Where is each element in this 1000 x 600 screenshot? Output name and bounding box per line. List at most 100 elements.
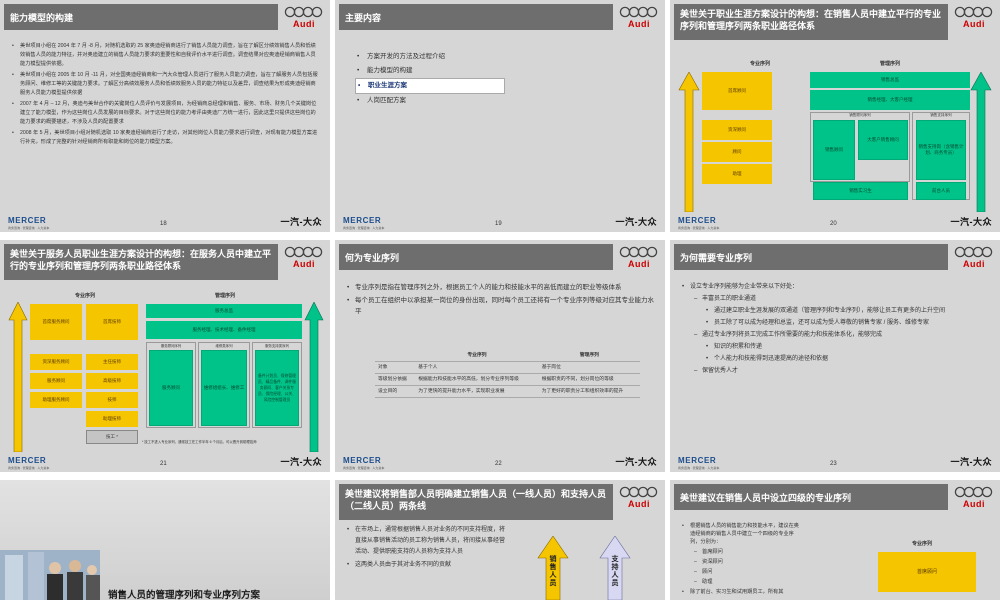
mercer-logo: MERCER bbox=[8, 456, 47, 465]
bullet: 2007 年 4 月 – 12 月，奥迪与美世合作的关键岗位人员评价与发展项目，… bbox=[10, 100, 320, 127]
career-level-box: 顾问 bbox=[702, 142, 772, 162]
bullet: 美世项目小组在 2004 年 7 月 -8 月，对随机选取的 25 家奥迪经销商… bbox=[10, 42, 320, 69]
agenda-list: 方案开发的方法及过程介绍 能力模型的构建 职业生涯方案 人岗匹配方案 bbox=[355, 50, 505, 108]
audi-rings-icon bbox=[619, 6, 658, 18]
mercer-logo: MERCER bbox=[343, 216, 382, 225]
table-header bbox=[375, 350, 416, 362]
column-header: 管理序列 bbox=[214, 293, 235, 299]
table-cell: 基于岗位 bbox=[538, 361, 640, 374]
bullet: 在市场上，通常根据销售人员对业务的不同支持程度，将直接从事销售活动的员工称为销售… bbox=[345, 525, 505, 558]
audi-rings-icon bbox=[619, 246, 658, 258]
table-cell: 根据职责的不同，划分岗位的等级 bbox=[538, 373, 640, 386]
audi-wordmark: Audi bbox=[628, 19, 650, 29]
group-label: 服务顾问序列 bbox=[160, 344, 182, 348]
table-row: 对象 基于个人 基于岗位 bbox=[375, 361, 640, 374]
table-cell: 为了更好的职责分工和组织效率的提升 bbox=[538, 385, 640, 398]
up-arrow-icon bbox=[970, 72, 992, 212]
group-label: 维修类序列 bbox=[215, 344, 233, 348]
slide-title: 美世关于服务人员职业生涯方案设计的构想：在服务人员中建立平行的专业序列和管理序列… bbox=[4, 244, 278, 280]
audi-wordmark: Audi bbox=[293, 19, 315, 29]
slide-title: 美世建议在销售人员中设立四级的专业序列 bbox=[674, 484, 948, 510]
bullet: 美世项目小组在 2005 年 10 月 -11 月，对全国奥迪经销商和一汽大众管… bbox=[10, 71, 320, 98]
career-level-box: 备件计划员、保修管理员、精品备件、调件服务顾问、客户关系专员、保险经理、公关、风… bbox=[255, 350, 299, 426]
career-level-box: 销售实习生 bbox=[813, 182, 908, 200]
audi-rings-icon bbox=[954, 486, 993, 498]
slide-22-thumbnail[interactable]: 何为专业序列 Audi 专业序列是指在管理序列之外，根据员工个人的能力和技能水平… bbox=[335, 240, 665, 472]
slide-body: 专业序列是指在管理序列之外，根据员工个人的能力和技能水平的高低而建立的职业等级体… bbox=[345, 282, 655, 319]
slide-title: 美世建议将销售部人员明确建立销售人员（一线人员）和支持人员（二线人员）两条线 bbox=[339, 484, 613, 520]
mercer-tagline: 商务咨询 · 管理咨询 · 人力资本 bbox=[678, 466, 720, 470]
slide-title: 能力模型的构建 bbox=[4, 4, 278, 30]
bullet: 这两类人员由于其对业务不同的贡献 bbox=[345, 560, 505, 571]
bullet: 知识的积累和传递 bbox=[680, 342, 990, 352]
slide-26-thumbnail[interactable]: 美世建议在销售人员中设立四级的专业序列 Audi 根据销售人员的销售能力和技能水… bbox=[670, 480, 1000, 600]
up-arrow-icon bbox=[678, 72, 700, 212]
page-number: 21 bbox=[160, 461, 167, 467]
audi-wordmark: Audi bbox=[293, 259, 315, 269]
slide-body: 在市场上，通常根据销售人员对业务的不同支持程度，将直接从事销售活动的员工称为销售… bbox=[345, 525, 505, 573]
career-level-box: 首席顾问 bbox=[878, 552, 976, 592]
slide-title: 美世关于职业生涯方案设计的构想：在销售人员中建立平行的专业序列和管理序列两条职业… bbox=[674, 4, 948, 40]
career-level-box: 销售总监 bbox=[810, 72, 970, 88]
slide-23-thumbnail[interactable]: 为何需要专业序列 Audi 设立专业序列能够为企业带来以下好处： 丰富员工的职业… bbox=[670, 240, 1000, 472]
slide-25-thumbnail[interactable]: 美世建议将销售部人员明确建立销售人员（一线人员）和支持人员（二线人员）两条线 A… bbox=[335, 480, 665, 600]
group-label: 服务支持类序列 bbox=[265, 344, 289, 348]
faw-vw-logo: 一汽-大众 bbox=[615, 217, 657, 227]
cover-title: 销售人员的管理序列和专业序列方案 bbox=[108, 590, 261, 600]
bullet: 根据销售人员的销售能力和技能水平，建议在奥迪经销商的销售人员中建立一个四级的专业… bbox=[680, 522, 800, 546]
slide-20-thumbnail[interactable]: 美世关于职业生涯方案设计的构想：在销售人员中建立平行的专业序列和管理序列两条职业… bbox=[670, 0, 1000, 232]
agenda-item: 人岗匹配方案 bbox=[355, 94, 505, 108]
career-level-box: 销售顾问 bbox=[813, 120, 855, 180]
mercer-tagline: 商务咨询 · 管理咨询 · 人力资本 bbox=[8, 226, 50, 230]
bullet: 除了前台、实习生和试用期员工，所有其 bbox=[680, 588, 800, 596]
agenda-item: 方案开发的方法及过程介绍 bbox=[355, 50, 505, 64]
mercer-tagline: 商务咨询 · 管理咨询 · 人力资本 bbox=[343, 226, 385, 230]
table-header: 专业序列 bbox=[415, 350, 539, 362]
career-level-box: 助理技师 bbox=[86, 411, 138, 427]
table-cell: 设立目的 bbox=[375, 385, 416, 398]
career-level-box: 销售经理、大客户经理 bbox=[810, 90, 970, 110]
audi-logo: Audi bbox=[952, 244, 996, 280]
bullet: 丰富员工的职业通道 bbox=[680, 294, 990, 304]
slide-21-thumbnail[interactable]: 美世关于服务人员职业生涯方案设计的构想：在服务人员中建立平行的专业序列和管理序列… bbox=[0, 240, 330, 472]
career-level-box: 销售支持岗（含销售计划、商务专员） bbox=[916, 120, 966, 180]
audi-logo: Audi bbox=[282, 4, 326, 40]
mercer-logo: MERCER bbox=[678, 456, 717, 465]
slide-sorter-grid: 能力模型的构建 Audi 美世项目小组在 2004 年 7 月 -8 月，对随机… bbox=[0, 0, 1000, 600]
audi-logo: Audi bbox=[952, 4, 996, 40]
slide-body: 根据销售人员的销售能力和技能水平，建议在奥迪经销商的销售人员中建立一个四级的专业… bbox=[680, 522, 800, 598]
bullet: 每个员工在组织中以承担某一岗位的身份出现，同时每个员工还将有一个专业序列等级对应… bbox=[345, 295, 655, 317]
slide-footer: MERCER 商务咨询 · 管理咨询 · 人力资本 22 一汽-大众 bbox=[335, 452, 665, 472]
audi-logo: Audi bbox=[617, 484, 661, 520]
audi-wordmark: Audi bbox=[963, 19, 985, 29]
page-number: 18 bbox=[160, 221, 167, 227]
up-arrow-icon bbox=[8, 302, 28, 452]
slide-footer: MERCER 商务咨询 · 管理咨询 · 人力资本 23 一汽-大众 bbox=[670, 452, 1000, 472]
slide-title: 主要内容 bbox=[339, 4, 613, 30]
slide-footer: MERCER 商务咨询 · 管理咨询 · 人力资本 20 一汽-大众 bbox=[670, 212, 1000, 232]
career-level-box: 服务顾问 bbox=[149, 350, 193, 426]
audi-rings-icon bbox=[284, 6, 323, 18]
career-level-box: 助理服务顾问 bbox=[30, 392, 82, 408]
career-level-box: 资深服务顾问 bbox=[30, 354, 82, 370]
slide-18-thumbnail[interactable]: 能力模型的构建 Audi 美世项目小组在 2004 年 7 月 -8 月，对随机… bbox=[0, 0, 330, 232]
mercer-logo: MERCER bbox=[343, 456, 382, 465]
mercer-logo: MERCER bbox=[8, 216, 47, 225]
faw-vw-logo: 一汽-大众 bbox=[950, 457, 992, 467]
bullet: 个人能力和技能得到迅速提高的途径和依据 bbox=[680, 354, 990, 364]
audi-wordmark: Audi bbox=[963, 499, 985, 509]
audi-logo: Audi bbox=[617, 4, 661, 40]
slide-24-thumbnail[interactable]: 销售人员的管理序列和专业序列方案 bbox=[0, 480, 330, 600]
slide-footer: MERCER 商务咨询 · 管理咨询 · 人力资本 18 一汽-大众 bbox=[0, 212, 330, 232]
mercer-tagline: 商务咨询 · 管理咨询 · 人力资本 bbox=[678, 226, 720, 230]
career-level-box: 服务经理、技术经理、备件经理 bbox=[146, 321, 302, 339]
table-cell: 为了更快的提升能力水平，实现职业发展 bbox=[415, 385, 539, 398]
page-number: 19 bbox=[495, 221, 502, 227]
audi-logo: Audi bbox=[282, 244, 326, 280]
bullet: 资深顾问 bbox=[680, 558, 800, 566]
slide-19-thumbnail[interactable]: 主要内容 Audi 方案开发的方法及过程介绍 能力模型的构建 职业生涯方案 人岗… bbox=[335, 0, 665, 232]
bullet: 通过专业序列将员工完成工作所需要的能力和技能体系化，能够完成 bbox=[680, 330, 990, 340]
career-level-box: 技师 bbox=[86, 392, 138, 408]
page-number: 23 bbox=[830, 461, 837, 467]
slide-body: 设立专业序列能够为企业带来以下好处： 丰富员工的职业通道 通过建立职业生涯发展的… bbox=[680, 282, 990, 378]
